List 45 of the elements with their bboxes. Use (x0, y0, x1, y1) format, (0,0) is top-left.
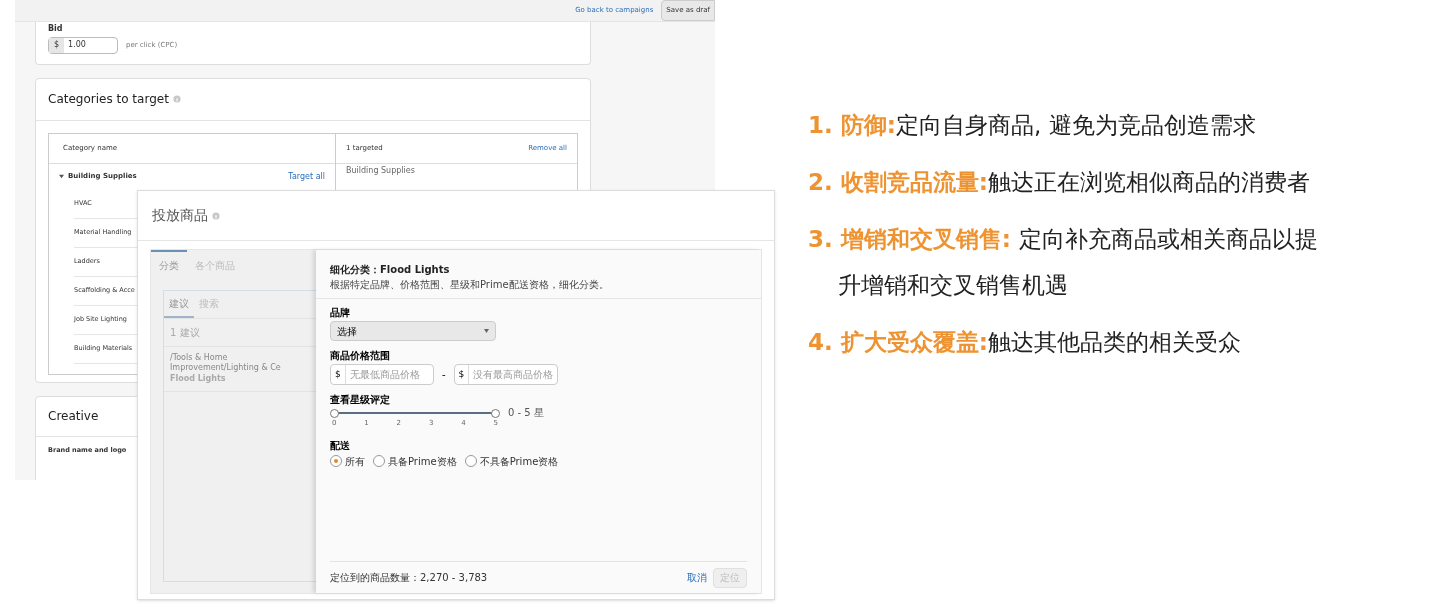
rating-slider[interactable] (330, 408, 500, 418)
radio-label: 所有 (345, 454, 365, 469)
refine-hint: 根据特定品牌、价格范围、星级和Prime配送资格，细化分类。 (330, 278, 610, 292)
point-heading: 4. 扩大受众覆盖: (808, 328, 988, 357)
radio-button[interactable] (464, 455, 477, 467)
price-field[interactable]: $ 无最低商品价格 (330, 364, 434, 385)
radio-button[interactable] (330, 455, 342, 467)
field-label: 商品价格范围 (330, 349, 391, 363)
bid-label: Bid (48, 22, 64, 35)
targeted-category: Building Supplies (346, 164, 415, 177)
section-title: Creative (48, 408, 99, 425)
info-icon (172, 95, 181, 103)
point-heading: 3. 增销和交叉销售: (808, 225, 1012, 254)
result-count: 定位到的商品数量：2,270 - 3,783 (330, 571, 488, 585)
suggestion-count: 1 建议 (170, 326, 200, 340)
caret-icon[interactable] (59, 174, 64, 179)
field-label: 品牌 (330, 306, 351, 320)
point-heading: 1. 防御: (808, 111, 896, 140)
rating-reading: 0 - 5 星 (508, 408, 544, 418)
info-icon (212, 211, 220, 220)
slider-thumb[interactable] (330, 408, 339, 418)
bid-value: 1.00 (67, 39, 87, 51)
point-text: 触达其他品类的相关受众 (987, 328, 1241, 357)
range-separator: - (442, 368, 446, 382)
slider-thumb[interactable] (491, 408, 500, 418)
point-text: 升增销和交叉销售机遇 (837, 271, 1069, 300)
dialog-title: 投放商品 (152, 206, 208, 225)
radio-label: 不具备Prime资格 (479, 454, 559, 469)
refine-title: 细化分类：Flood Lights (330, 263, 451, 277)
field-label: 查看星级评定 (330, 393, 391, 407)
currency-label: $ (49, 37, 65, 53)
point-text: 定向补充商品或相关商品以提 (1018, 225, 1318, 254)
brand-select[interactable]: 选择 (330, 321, 496, 341)
radio-label: 具备Prime资格 (388, 454, 457, 469)
section-title: Categories to target (48, 91, 169, 108)
radio-button[interactable] (373, 455, 385, 467)
field-label: 配送 (330, 438, 351, 453)
caret-icon (484, 328, 489, 334)
price-field[interactable]: $ 没有最高商品价格 (453, 364, 558, 385)
point-heading: 2. 收割竞品流量: (808, 168, 988, 197)
point-text: 定向自身商品, 避免为竞品创造需求 (895, 111, 1256, 140)
target-all-link[interactable]: Target all (288, 170, 325, 183)
cancel-link[interactable]: 取消 (687, 570, 707, 585)
bid-field[interactable]: $ 1.00 (48, 36, 118, 54)
point-text: 触达正在浏览相似商品的消费者 (987, 168, 1310, 197)
